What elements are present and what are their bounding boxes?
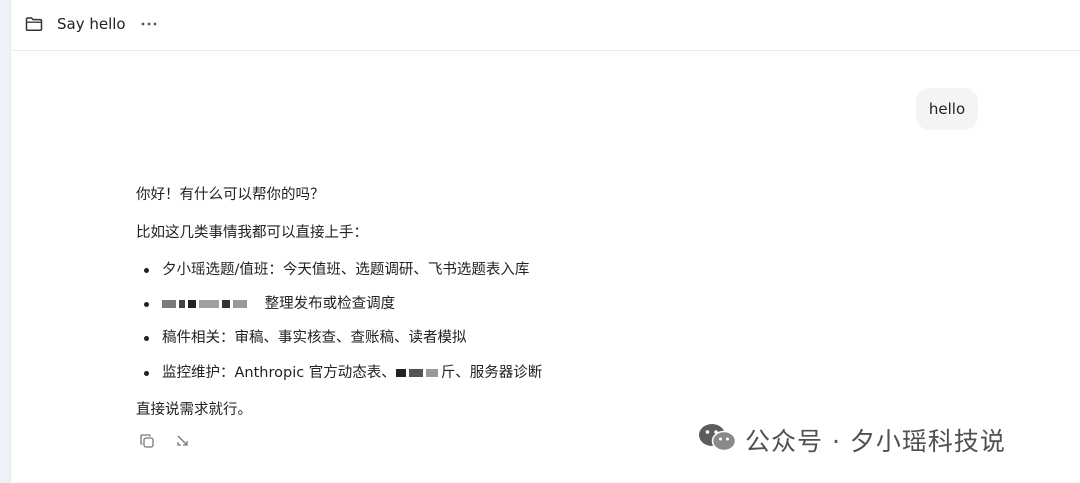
watermark: 公众号 · 夕小瑶科技说: [697, 423, 1006, 457]
copy-icon[interactable]: [138, 432, 156, 450]
assistant-intro: 比如这几类事情我都可以直接上手：: [136, 225, 368, 241]
bullet-item: 夕小瑶选题/值班：今天值班、选题调研、飞书选题表入库: [162, 262, 530, 278]
user-message-bubble: hello: [916, 88, 978, 130]
bullet-dot: [144, 371, 149, 376]
wechat-logo-icon: [697, 422, 737, 458]
chat-header: Say hello: [10, 0, 1080, 51]
folder-icon[interactable]: [25, 16, 43, 32]
bullet-dot: [144, 268, 149, 273]
bullet-item-redacted: 监控维护：Anthropic 官方动态表、 斤、服务器诊断: [162, 362, 542, 384]
redacted-pixel-block: [395, 365, 441, 381]
bullet-dot: [144, 302, 149, 307]
redacted-pixel-block: [162, 296, 255, 312]
more-horizontal-icon[interactable]: [138, 14, 160, 34]
bullet-dot: [144, 336, 149, 341]
bullet-item: 稿件相关：审稿、事实核查、查账稿、读者模拟: [162, 330, 467, 346]
message-actions: [138, 432, 192, 450]
bullet-item-redacted: 整理发布或检查调度: [162, 293, 395, 315]
bullet-item-text: 整理发布或检查调度: [264, 296, 396, 312]
chat-title[interactable]: Say hello: [57, 13, 126, 35]
chat-window: Say hello hello 你好！有什么可以帮你的吗？ 比如这几类事情我都可…: [0, 0, 1080, 483]
bullet-item-text: 监控维护：Anthropic 官方动态表、: [162, 365, 396, 381]
assistant-greeting: 你好！有什么可以帮你的吗？: [136, 187, 325, 203]
bullet-item-text: 斤、服务器诊断: [440, 365, 543, 381]
retry-icon[interactable]: [174, 432, 192, 450]
assistant-closing: 直接说需求就行。: [136, 402, 252, 418]
sidebar-edge: [0, 0, 11, 483]
watermark-text: 公众号 · 夕小瑶科技说: [745, 427, 1006, 456]
